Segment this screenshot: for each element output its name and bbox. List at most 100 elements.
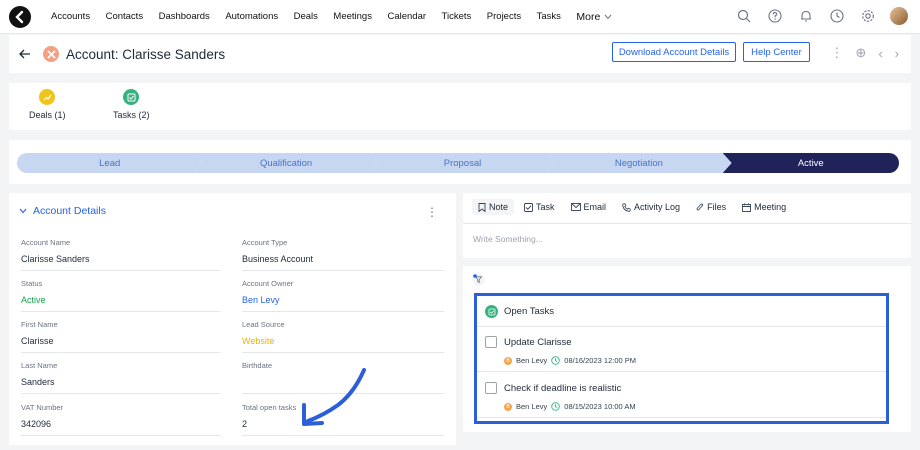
field-label: Lead Source xyxy=(242,320,285,329)
pipeline-stage-qualification[interactable]: Qualification xyxy=(193,153,378,173)
field-label: Account Name xyxy=(21,238,71,247)
nav-item-contacts[interactable]: Contacts xyxy=(106,11,144,22)
clock-icon xyxy=(551,402,561,411)
open-tasks-header: Open Tasks xyxy=(485,305,554,318)
field-value: Clarisse xyxy=(21,336,54,346)
field-lead-source[interactable]: Lead Source Website xyxy=(242,320,442,346)
filter-icon[interactable] xyxy=(472,273,485,289)
divider xyxy=(242,352,444,353)
nav-item-accounts[interactable]: Accounts xyxy=(51,11,90,22)
account-owner-link[interactable]: Ben Levy xyxy=(242,295,442,305)
tab-files[interactable]: Files xyxy=(690,199,732,215)
task-complete-checkbox[interactable] xyxy=(485,336,497,348)
related-summary: Deals (1) Tasks (2) xyxy=(9,83,911,130)
tab-email[interactable]: Email xyxy=(565,199,613,215)
divider xyxy=(21,270,221,271)
field-account-type[interactable]: Account Type Business Account xyxy=(242,238,442,264)
divider xyxy=(21,352,221,353)
app-logo-icon[interactable] xyxy=(9,5,31,28)
pipeline-stage-label: Active xyxy=(797,157,824,169)
open-tasks-panel: Open Tasks Update Clarisse B Ben Levy 08… xyxy=(474,293,889,424)
nav-item-meetings[interactable]: Meetings xyxy=(333,11,372,22)
task-title[interactable]: Check if deadline is realistic xyxy=(504,383,621,394)
add-icon[interactable]: ⊕ xyxy=(855,45,866,61)
pipeline-card: Lead Qualification Proposal Negotiation Acti… xyxy=(9,140,911,184)
account-details-card: Account Details ⋮ Account Name Clarisse … xyxy=(9,193,456,445)
nav-item-tasks[interactable]: Tasks xyxy=(537,11,561,22)
open-tasks-title: Open Tasks xyxy=(504,306,554,317)
nav-more-menu[interactable]: More xyxy=(576,11,612,23)
account-type-icon xyxy=(43,46,59,62)
field-label: Account Owner xyxy=(242,279,294,288)
field-account-owner[interactable]: Account Owner Ben Levy xyxy=(242,279,442,305)
divider xyxy=(477,371,886,372)
pipeline-stage-negotiation[interactable]: Negotiation xyxy=(546,153,731,173)
tab-meeting[interactable]: Meeting xyxy=(736,199,792,215)
pipeline-stage-label: Qualification xyxy=(259,157,313,169)
divider xyxy=(21,435,221,436)
task-due-date: 08/16/2023 12:00 PM xyxy=(564,356,637,365)
task-meta: B Ben Levy 08/16/2023 12:00 PM xyxy=(504,356,875,365)
owner-avatar: B xyxy=(504,402,512,411)
chevron-down-icon xyxy=(604,14,612,19)
tab-label: Meeting xyxy=(754,202,787,212)
calendar-icon xyxy=(742,203,752,212)
nav-item-projects[interactable]: Projects xyxy=(487,11,521,22)
field-account-name[interactable]: Account Name Clarisse Sanders xyxy=(21,238,221,264)
user-avatar[interactable] xyxy=(890,7,908,25)
page-title: Account: Clarisse Sanders xyxy=(66,46,226,62)
tasks-check-icon xyxy=(123,89,140,105)
header-actions: ⋮ ⊕ ‹ › xyxy=(830,45,899,61)
nav-item-calendar[interactable]: Calendar xyxy=(387,11,426,22)
field-status[interactable]: Status Active xyxy=(21,279,221,305)
deals-count-label: Deals (1) xyxy=(29,110,66,120)
summary-deals[interactable]: Deals (1) xyxy=(29,89,66,120)
more-options-icon[interactable]: ⋮ xyxy=(830,45,843,61)
download-account-details-button[interactable]: Download Account Details xyxy=(612,42,736,62)
pipeline-stage-proposal[interactable]: Proposal xyxy=(370,153,555,173)
next-record-icon[interactable]: › xyxy=(895,46,899,61)
field-last-name[interactable]: Last Name Sanders xyxy=(21,361,221,387)
tab-activity-log[interactable]: Activity Log xyxy=(616,199,686,215)
nav-item-deals[interactable]: Deals xyxy=(294,11,318,22)
summary-tasks[interactable]: Tasks (2) xyxy=(113,89,150,120)
settings-gear-icon[interactable] xyxy=(859,7,877,25)
help-center-button[interactable]: Help Center xyxy=(743,42,810,62)
search-icon[interactable] xyxy=(735,7,753,25)
pipeline-stage-lead[interactable]: Lead xyxy=(17,153,202,173)
top-navigation-bar: Accounts Contacts Dashboards Automations… xyxy=(0,0,920,34)
nav-item-tickets[interactable]: Tickets xyxy=(442,11,472,22)
nav-item-dashboards[interactable]: Dashboards xyxy=(159,11,210,22)
task-complete-checkbox[interactable] xyxy=(485,382,497,394)
tab-task[interactable]: Task xyxy=(518,199,561,215)
field-value: Sanders xyxy=(21,377,55,387)
back-arrow-icon[interactable] xyxy=(19,46,31,62)
tab-note[interactable]: Note xyxy=(472,199,515,215)
owner-avatar: B xyxy=(504,356,512,365)
task-item: Update Clarisse B Ben Levy 08/16/2023 12… xyxy=(485,336,875,365)
clock-icon[interactable] xyxy=(828,7,846,25)
previous-record-icon[interactable]: ‹ xyxy=(878,46,882,61)
note-input[interactable] xyxy=(473,231,893,247)
nav-item-automations[interactable]: Automations xyxy=(225,11,278,22)
help-icon[interactable] xyxy=(766,7,784,25)
tab-label: Note xyxy=(489,202,509,212)
task-meta: B Ben Levy 08/15/2023 10:00 AM xyxy=(504,402,875,411)
activity-tabs: Note Task Email Activity Log Files Meeti… xyxy=(472,199,792,215)
account-details-toggle[interactable]: Account Details xyxy=(19,205,106,217)
notification-bell-icon[interactable] xyxy=(797,7,815,25)
open-tasks-check-icon xyxy=(485,305,498,318)
task-title[interactable]: Update Clarisse xyxy=(504,337,572,348)
tab-label: Email xyxy=(583,202,607,212)
task-due-date: 08/15/2023 10:00 AM xyxy=(564,402,636,411)
annotation-arrow-icon xyxy=(302,368,366,426)
task-row: Check if deadline is realistic xyxy=(485,382,875,394)
field-vat-number[interactable]: VAT Number 342096 xyxy=(21,403,221,429)
field-first-name[interactable]: First Name Clarisse xyxy=(21,320,221,346)
tab-label: Activity Log xyxy=(634,202,681,212)
divider xyxy=(242,311,444,312)
pipeline-stage-active[interactable]: Active xyxy=(722,153,899,173)
envelope-icon xyxy=(570,203,581,211)
field-label: First Name xyxy=(21,320,58,329)
details-more-icon[interactable]: ⋮ xyxy=(426,205,438,219)
